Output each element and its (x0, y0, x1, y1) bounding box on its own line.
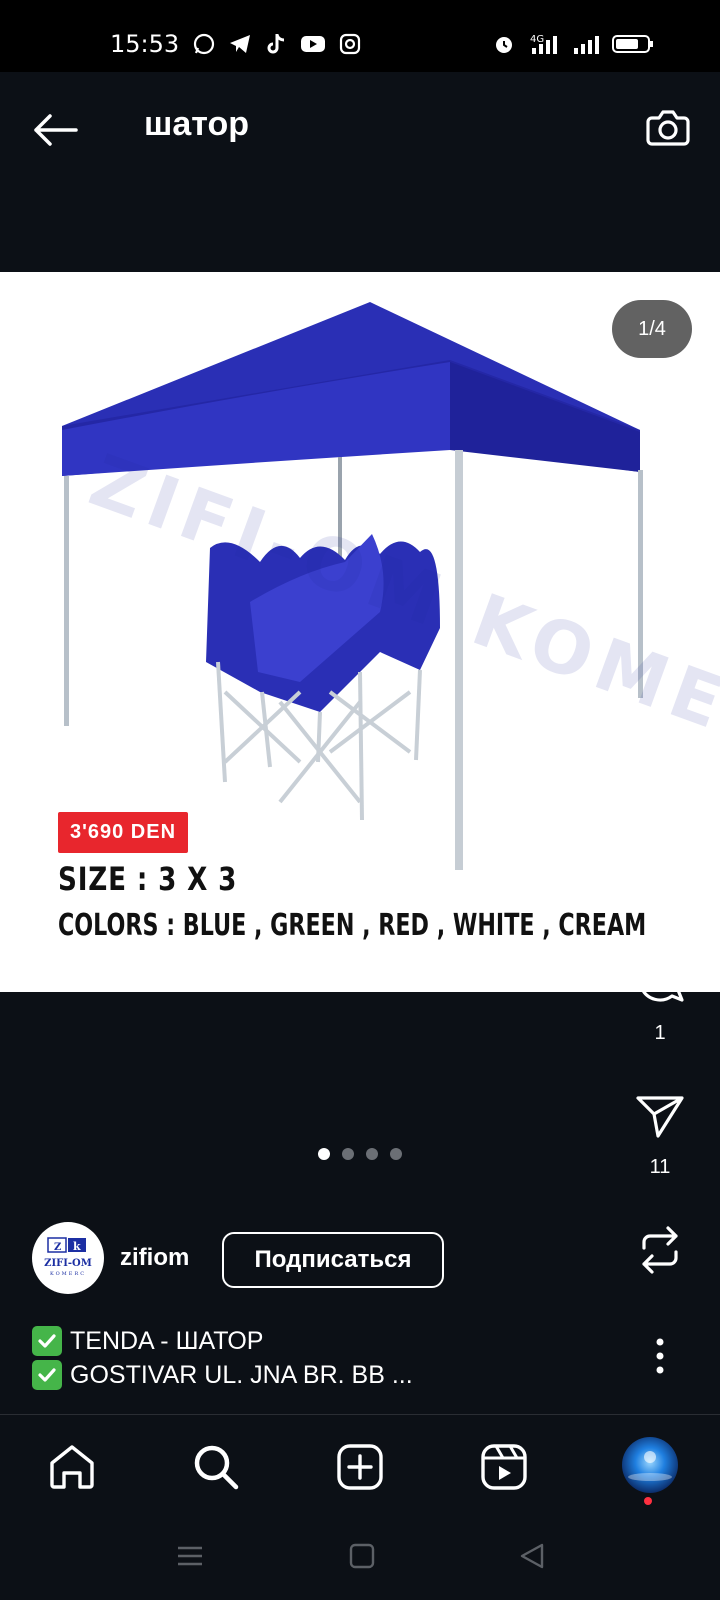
carousel-indicator (318, 1148, 402, 1160)
send-icon (636, 1096, 684, 1138)
author-avatar[interactable]: Z k ZIFI-OM KOMERC (32, 1222, 104, 1294)
back-button[interactable] (30, 104, 82, 156)
signal-bars-icon (574, 36, 599, 54)
carousel-dot-2 (342, 1148, 354, 1160)
shares-count: 11 (649, 1156, 671, 1178)
back-triangle-icon[interactable] (518, 1542, 546, 1570)
profile-avatar-icon (628, 1451, 672, 1481)
avatar-subtext: KOMERC (50, 1271, 86, 1277)
caption-line: TENDA - ШАТОР (32, 1324, 413, 1358)
svg-text:k: k (73, 1240, 81, 1253)
camera-button[interactable] (642, 102, 694, 154)
carousel-dot-1 (318, 1148, 330, 1160)
comment-icon (638, 958, 684, 1002)
reels-icon (481, 1444, 527, 1490)
camera-icon (646, 110, 690, 146)
comment-button[interactable]: 1 (630, 952, 690, 1045)
svg-text:Z: Z (54, 1242, 61, 1253)
arrow-left-icon (34, 114, 78, 146)
tiktok-icon (267, 34, 285, 54)
caption-line-1: TENDA - ШАТОР (70, 1327, 264, 1355)
status-indicators: 4G (492, 32, 654, 56)
price-tag: 3'690 DEN (58, 812, 189, 853)
media-counter: 1/4 (612, 300, 692, 358)
home-icon (50, 1445, 94, 1489)
recents-menu-icon[interactable] (176, 1542, 204, 1570)
instagram-icon (339, 33, 361, 55)
system-navigation (0, 1514, 720, 1600)
signal-4g-icon: 4G (530, 34, 557, 54)
nav-search[interactable] (190, 1441, 242, 1493)
size-label: SIZE : 3 X 3 (58, 860, 238, 898)
heart-icon (635, 819, 685, 864)
zifiom-logo: Z k ZIFI-OM KOMERC (44, 1237, 92, 1277)
check-mark-icon (32, 1360, 62, 1390)
post-caption[interactable]: TENDA - ШАТОР GOSTIVAR UL. JNA BR. BB ..… (32, 1324, 413, 1392)
telegram-icon (230, 35, 250, 53)
likes-count: 11 (649, 884, 671, 906)
status-time: 15:53 (110, 30, 180, 58)
status-app-icons (192, 32, 362, 56)
colors-label: COLORS : BLUE , GREEN , RED , WHITE , CR… (58, 908, 647, 943)
more-options-button[interactable] (630, 1336, 690, 1376)
battery-icon (612, 35, 653, 53)
carousel-dot-3 (366, 1148, 378, 1160)
nav-home[interactable] (46, 1441, 98, 1493)
network-label: 4G (530, 34, 544, 45)
more-vertical-icon (656, 1338, 664, 1374)
notification-dot (644, 1497, 652, 1505)
check-mark-icon (32, 1326, 62, 1356)
author-username[interactable]: zifiom (120, 1244, 189, 1272)
carousel-dot-4 (390, 1148, 402, 1160)
app-bar: шатор (0, 72, 720, 272)
youtube-icon (301, 36, 325, 52)
home-square-icon[interactable] (348, 1542, 376, 1570)
caption-line-2: GOSTIVAR UL. JNA BR. BB ... (70, 1361, 413, 1389)
avatar-text: ZIFI-OM (44, 1258, 92, 1269)
nav-create[interactable] (334, 1441, 386, 1493)
alarm-icon (496, 37, 512, 53)
page-title: шатор (144, 105, 249, 143)
bottom-navigation (0, 1414, 720, 1514)
comments-count: 1 (654, 1022, 666, 1044)
nav-reels[interactable] (478, 1441, 530, 1493)
search-icon (194, 1445, 239, 1490)
nav-profile[interactable] (622, 1437, 678, 1493)
caption-line: GOSTIVAR UL. JNA BR. BB ... (32, 1358, 413, 1392)
whatsapp-icon (193, 33, 215, 55)
follow-button[interactable]: Подписаться (222, 1232, 444, 1288)
post-image[interactable]: ZIFI-OM KOMERC 1/4 3'690 DEN SIZE : 3 X … (0, 272, 720, 992)
share-button[interactable]: 11 (630, 1090, 690, 1179)
repost-button[interactable] (630, 1222, 690, 1278)
like-button[interactable]: 11 (630, 816, 690, 907)
repost-icon (642, 1226, 678, 1274)
plus-square-icon (337, 1444, 383, 1490)
status-bar: 15:53 4G (0, 0, 720, 72)
